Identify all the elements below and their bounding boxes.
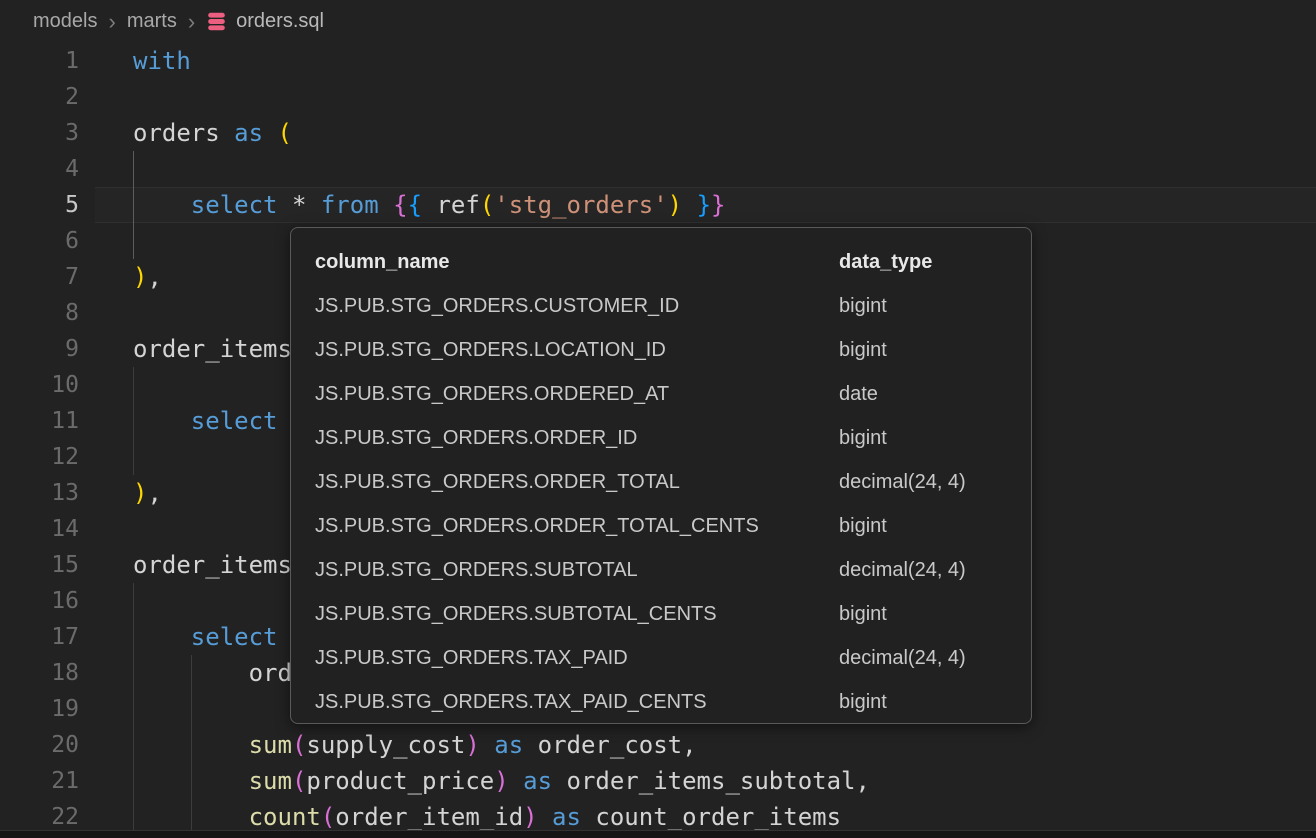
popup-cell-data-type: decimal(24, 4) bbox=[839, 471, 1031, 494]
line-number[interactable]: 9 bbox=[0, 336, 79, 362]
code-line-text: ), bbox=[79, 479, 162, 507]
popup-column-row: JS.PUB.STG_ORDERS.ORDER_IDbigint bbox=[315, 416, 1031, 460]
line-number[interactable]: 8 bbox=[0, 300, 79, 326]
database-icon bbox=[206, 11, 227, 32]
popup-cell-data-type: date bbox=[839, 383, 1031, 406]
code-line-text: order_items bbox=[79, 335, 292, 363]
popup-column-row: JS.PUB.STG_ORDERS.ORDERED_ATdate bbox=[315, 372, 1031, 416]
line-number[interactable]: 11 bbox=[0, 408, 79, 434]
popup-cell-column-name: JS.PUB.STG_ORDERS.ORDER_TOTAL_CENTS bbox=[315, 515, 839, 538]
popup-cell-data-type: decimal(24, 4) bbox=[839, 559, 1031, 582]
line-number[interactable]: 3 bbox=[0, 120, 79, 146]
popup-cell-column-name: JS.PUB.STG_ORDERS.TAX_PAID bbox=[315, 647, 839, 670]
line-number[interactable]: 17 bbox=[0, 624, 79, 650]
line-number[interactable]: 19 bbox=[0, 696, 79, 722]
code-line-text: count(order_item_id) as count_order_item… bbox=[79, 803, 841, 831]
popup-cell-column-name: JS.PUB.STG_ORDERS.CUSTOMER_ID bbox=[315, 295, 839, 318]
popup-cell-data-type: decimal(24, 4) bbox=[839, 647, 1031, 670]
breadcrumb-separator: › bbox=[188, 11, 195, 33]
line-number[interactable]: 4 bbox=[0, 156, 79, 182]
breadcrumb-file-name[interactable]: orders.sql bbox=[236, 10, 324, 33]
code-line-text: with bbox=[79, 47, 191, 75]
code-line[interactable]: 21 sum(product_price) as order_items_sub… bbox=[0, 763, 1316, 799]
line-number[interactable]: 14 bbox=[0, 516, 79, 542]
line-number[interactable]: 16 bbox=[0, 588, 79, 614]
popup-column-row: JS.PUB.STG_ORDERS.ORDER_TOTAL_CENTSbigin… bbox=[315, 504, 1031, 548]
popup-header-column-name: column_name bbox=[315, 251, 839, 274]
breadcrumb: models › marts › orders.sql bbox=[0, 0, 1316, 43]
popup-cell-data-type: bigint bbox=[839, 691, 1031, 714]
code-line[interactable]: 1with bbox=[0, 43, 1316, 79]
popup-cell-column-name: JS.PUB.STG_ORDERS.TAX_PAID_CENTS bbox=[315, 691, 839, 714]
popup-cell-column-name: JS.PUB.STG_ORDERS.ORDER_TOTAL bbox=[315, 471, 839, 494]
code-line-text: ), bbox=[79, 263, 162, 291]
code-line-text: orders as ( bbox=[79, 119, 292, 147]
popup-cell-data-type: bigint bbox=[839, 515, 1031, 538]
column-info-popup: column_name data_type JS.PUB.STG_ORDERS.… bbox=[290, 227, 1032, 724]
popup-cell-column-name: JS.PUB.STG_ORDERS.ORDER_ID bbox=[315, 427, 839, 450]
popup-column-row: JS.PUB.STG_ORDERS.SUBTOTAL_CENTSbigint bbox=[315, 592, 1031, 636]
breadcrumb-separator: › bbox=[108, 11, 115, 33]
code-line-text: sum(product_price) as order_items_subtot… bbox=[79, 767, 870, 795]
line-number[interactable]: 1 bbox=[0, 48, 79, 74]
line-number[interactable]: 15 bbox=[0, 552, 79, 578]
code-line-text: sum(supply_cost) as order_cost, bbox=[79, 731, 697, 759]
line-number[interactable]: 22 bbox=[0, 804, 79, 830]
code-editor-window: models › marts › orders.sql 1with23order… bbox=[0, 0, 1316, 838]
code-line-text: select bbox=[79, 623, 278, 651]
popup-column-row: JS.PUB.STG_ORDERS.LOCATION_IDbigint bbox=[315, 328, 1031, 372]
popup-cell-column-name: JS.PUB.STG_ORDERS.SUBTOTAL_CENTS bbox=[315, 603, 839, 626]
popup-column-row: JS.PUB.STG_ORDERS.CUSTOMER_IDbigint bbox=[315, 284, 1031, 328]
popup-cell-column-name: JS.PUB.STG_ORDERS.LOCATION_ID bbox=[315, 339, 839, 362]
code-line-text: order_items bbox=[79, 551, 292, 579]
code-line[interactable]: 20 sum(supply_cost) as order_cost, bbox=[0, 727, 1316, 763]
popup-column-row: JS.PUB.STG_ORDERS.ORDER_TOTALdecimal(24,… bbox=[315, 460, 1031, 504]
breadcrumb-item-marts[interactable]: marts bbox=[127, 10, 177, 33]
popup-cell-column-name: JS.PUB.STG_ORDERS.SUBTOTAL bbox=[315, 559, 839, 582]
line-number[interactable]: 12 bbox=[0, 444, 79, 470]
popup-header-row: column_name data_type bbox=[315, 240, 1031, 284]
panel-divider bbox=[0, 830, 1316, 838]
line-number[interactable]: 20 bbox=[0, 732, 79, 758]
popup-cell-column-name: JS.PUB.STG_ORDERS.ORDERED_AT bbox=[315, 383, 839, 406]
popup-column-row: JS.PUB.STG_ORDERS.TAX_PAID_CENTSbigint bbox=[315, 680, 1031, 724]
line-number[interactable]: 5 bbox=[0, 192, 79, 218]
breadcrumb-item-models[interactable]: models bbox=[33, 10, 97, 33]
code-line[interactable]: 4 bbox=[0, 151, 1316, 187]
popup-cell-data-type: bigint bbox=[839, 427, 1031, 450]
popup-column-row: JS.PUB.STG_ORDERS.SUBTOTALdecimal(24, 4) bbox=[315, 548, 1031, 592]
line-number[interactable]: 13 bbox=[0, 480, 79, 506]
popup-cell-data-type: bigint bbox=[839, 295, 1031, 318]
code-line[interactable]: 2 bbox=[0, 79, 1316, 115]
line-number[interactable]: 21 bbox=[0, 768, 79, 794]
popup-cell-data-type: bigint bbox=[839, 603, 1031, 626]
code-line-text: select bbox=[79, 407, 278, 435]
code-line-text: ord bbox=[79, 659, 292, 687]
popup-header-data-type: data_type bbox=[839, 251, 1031, 274]
line-number[interactable]: 10 bbox=[0, 372, 79, 398]
line-number[interactable]: 2 bbox=[0, 84, 79, 110]
popup-cell-data-type: bigint bbox=[839, 339, 1031, 362]
line-number[interactable]: 6 bbox=[0, 228, 79, 254]
line-number[interactable]: 18 bbox=[0, 660, 79, 686]
code-line[interactable]: 3orders as ( bbox=[0, 115, 1316, 151]
popup-column-row: JS.PUB.STG_ORDERS.TAX_PAIDdecimal(24, 4) bbox=[315, 636, 1031, 680]
code-line-text: select * from {{ ref('stg_orders') }} bbox=[79, 191, 725, 219]
line-number[interactable]: 7 bbox=[0, 264, 79, 290]
code-line[interactable]: 5 select * from {{ ref('stg_orders') }} bbox=[0, 187, 1316, 223]
